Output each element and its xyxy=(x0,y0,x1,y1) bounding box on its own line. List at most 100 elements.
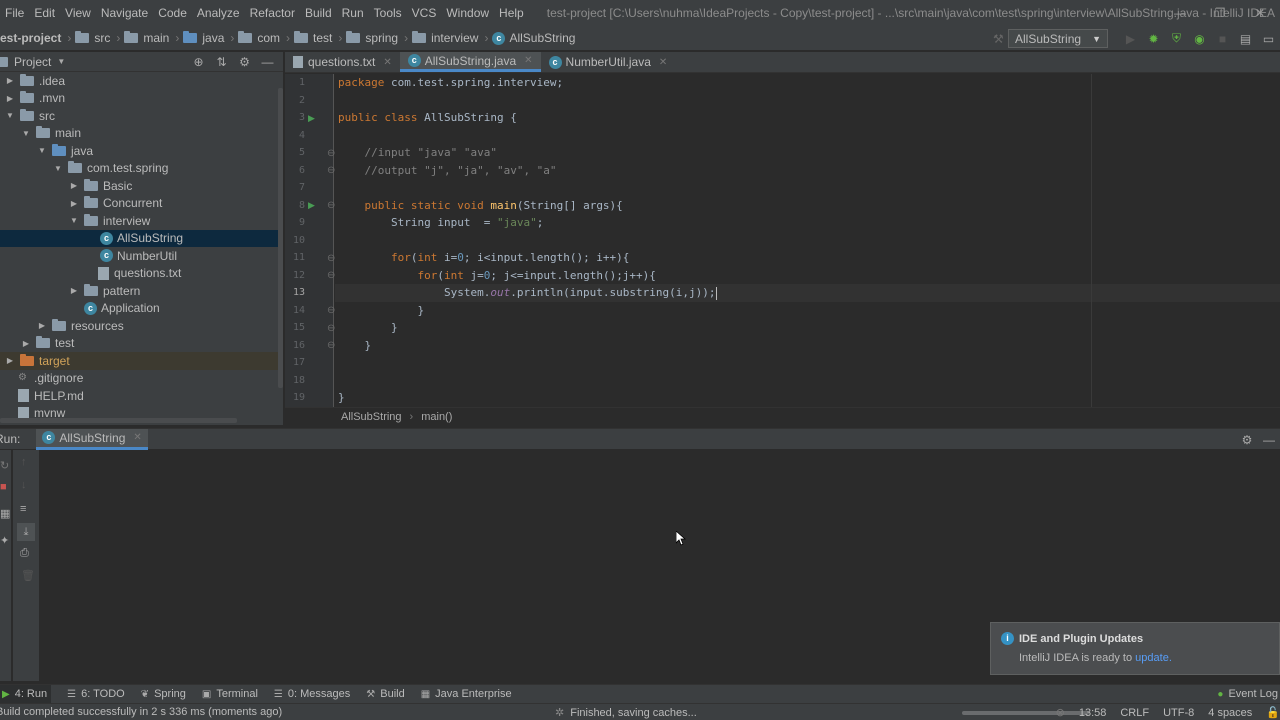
print-icon[interactable]: ⎙ xyxy=(20,547,29,560)
project-scrollbar[interactable] xyxy=(278,88,283,388)
tool-window-build[interactable]: ⚒ Build xyxy=(366,688,404,700)
tree-item-test[interactable]: ▶ test xyxy=(0,335,283,353)
expanded-arrow-icon[interactable]: ▼ xyxy=(36,146,48,155)
debug-icon[interactable]: ✹ xyxy=(1142,32,1165,46)
stop-icon[interactable]: ■ xyxy=(0,481,7,493)
indent-setting[interactable]: 4 spaces xyxy=(1208,707,1252,719)
status-message[interactable]: Build completed successfully in 2 s 336 … xyxy=(0,706,282,718)
breadcrumb-item[interactable]: c AllSubString xyxy=(492,31,575,45)
tree-item-basic[interactable]: ▶ Basic xyxy=(0,177,283,195)
maximize-icon[interactable]: ❐ xyxy=(1200,0,1240,26)
tree-item-questions-txt[interactable]: questions.txt xyxy=(0,265,283,283)
menu-item-help[interactable]: Help xyxy=(494,0,529,26)
rerun-icon[interactable]: ↻ xyxy=(0,459,9,472)
soft-wrap-icon[interactable]: ≡ xyxy=(20,503,26,515)
tree-item-resources[interactable]: ▶ resources xyxy=(0,317,283,335)
close-window-icon[interactable]: ✕ xyxy=(1240,0,1280,26)
close-icon[interactable]: ✕ xyxy=(133,432,141,443)
code-editor[interactable]: package com.test.spring.interview; publi… xyxy=(335,74,1280,407)
menu-item-tools[interactable]: Tools xyxy=(369,0,407,26)
editor-crumb-method[interactable]: main() xyxy=(421,411,452,423)
file-encoding[interactable]: UTF-8 xyxy=(1163,707,1194,719)
editor-tab[interactable]: c NumberUtil.java ✕ xyxy=(541,52,676,72)
gear-icon[interactable]: ⚙ xyxy=(233,55,256,69)
expanded-arrow-icon[interactable]: ▼ xyxy=(68,216,80,225)
menu-item-window[interactable]: Window xyxy=(441,0,494,26)
collapsed-arrow-icon[interactable]: ▶ xyxy=(36,321,48,330)
pin-icon[interactable]: ✦ xyxy=(0,534,9,547)
coverage-icon[interactable]: ⛨ xyxy=(1165,31,1188,46)
tool-window-terminal[interactable]: ▣ Terminal xyxy=(202,688,258,700)
menu-item-code[interactable]: Code xyxy=(153,0,192,26)
run-main-icon[interactable]: ▶ xyxy=(308,200,315,211)
update-link[interactable]: update. xyxy=(1135,652,1172,664)
hide-icon[interactable]: — xyxy=(1258,433,1280,447)
expanded-arrow-icon[interactable]: ▼ xyxy=(4,111,16,120)
project-panel-title[interactable]: Project xyxy=(14,55,51,69)
menu-item-edit[interactable]: Edit xyxy=(29,0,60,26)
close-icon[interactable]: ✕ xyxy=(524,55,532,66)
lock-icon[interactable]: 🔓 xyxy=(1266,706,1280,719)
locate-icon[interactable]: ⊕ xyxy=(187,55,210,69)
line-separator[interactable]: CRLF xyxy=(1120,707,1149,719)
collapse-all-icon[interactable]: ⇅ xyxy=(210,55,233,69)
expanded-arrow-icon[interactable]: ▼ xyxy=(52,164,64,173)
hide-icon[interactable]: — xyxy=(256,55,279,69)
run-icon[interactable]: ▶ xyxy=(1119,32,1142,46)
tree-item-pattern[interactable]: ▶ pattern xyxy=(0,282,283,300)
tree-item-allsubstring[interactable]: c AllSubString xyxy=(0,229,283,247)
tree-item-idea[interactable]: ▶ .idea xyxy=(0,72,283,90)
chevron-down-icon[interactable]: ▼ xyxy=(57,57,65,66)
menu-item-run[interactable]: Run xyxy=(337,0,369,26)
tree-item-main[interactable]: ▼ main xyxy=(0,125,283,143)
expanded-arrow-icon[interactable]: ▼ xyxy=(20,129,32,138)
breadcrumb-item[interactable]: main › xyxy=(124,31,183,45)
tree-item-com-test-spring[interactable]: ▼ com.test.spring xyxy=(0,160,283,178)
collapsed-arrow-icon[interactable]: ▶ xyxy=(20,339,32,348)
gear-icon[interactable]: ⚙ xyxy=(1236,433,1258,447)
minimize-icon[interactable]: — xyxy=(1160,0,1200,26)
trash-icon[interactable]: 🗑 xyxy=(21,569,35,582)
arrow-up-icon[interactable]: ↑ xyxy=(21,456,27,468)
project-structure-icon[interactable]: ▤ xyxy=(1234,32,1257,46)
cancel-task-icon[interactable]: ⊗ xyxy=(1056,706,1065,719)
project-hscrollbar[interactable] xyxy=(0,418,237,423)
profile-icon[interactable]: ◉ xyxy=(1188,32,1211,46)
run-configuration-select[interactable]: AllSubString ▼ xyxy=(1008,29,1108,48)
breadcrumb-item[interactable]: test › xyxy=(294,31,346,45)
tree-item-concurrent[interactable]: ▶ Concurrent xyxy=(0,195,283,213)
tree-item-mvn[interactable]: ▶ .mvn xyxy=(0,90,283,108)
tree-item-src[interactable]: ▼ src xyxy=(0,107,283,125)
tree-item-numberutil[interactable]: c NumberUtil xyxy=(0,247,283,265)
scroll-to-end-icon[interactable]: ⤓ xyxy=(17,523,35,541)
collapsed-arrow-icon[interactable]: ▶ xyxy=(4,356,16,365)
build-hammer-icon[interactable]: ⚒ xyxy=(993,32,1004,46)
collapsed-arrow-icon[interactable]: ▶ xyxy=(68,199,80,208)
menu-item-navigate[interactable]: Navigate xyxy=(96,0,153,26)
event-log-button[interactable]: ● Event Log xyxy=(1217,688,1278,700)
background-task[interactable]: ✲ Finished, saving caches... xyxy=(555,704,697,720)
tool-window-javaee[interactable]: ▦ Java Enterprise xyxy=(421,688,512,700)
breadcrumb-item[interactable]: java › xyxy=(183,31,238,45)
run-class-icon[interactable]: ▶ xyxy=(308,113,315,124)
breadcrumb-item[interactable]: src › xyxy=(75,31,124,45)
collapsed-arrow-icon[interactable]: ▶ xyxy=(4,76,16,85)
breadcrumb-item[interactable]: com › xyxy=(238,31,294,45)
tree-item-application[interactable]: c Application xyxy=(0,300,283,318)
tree-item-interview[interactable]: ▼ interview xyxy=(0,212,283,230)
tool-window-run[interactable]: ▶ 4: Run xyxy=(0,684,52,704)
tree-item-help-md[interactable]: HELP.md xyxy=(0,387,283,405)
menu-item-refactor[interactable]: Refactor xyxy=(245,0,300,26)
stop-icon[interactable]: ■ xyxy=(1211,32,1234,46)
close-icon[interactable]: ✕ xyxy=(659,57,667,68)
menu-item-build[interactable]: Build xyxy=(300,0,337,26)
tree-item-java[interactable]: ▼ java xyxy=(0,142,283,160)
breadcrumb-item[interactable]: spring › xyxy=(346,31,412,45)
menu-item-file[interactable]: File xyxy=(0,0,29,26)
menu-item-analyze[interactable]: Analyze xyxy=(192,0,245,26)
collapsed-arrow-icon[interactable]: ▶ xyxy=(68,181,80,190)
tool-window-todo[interactable]: ☰ 6: TODO xyxy=(67,688,125,700)
run-tab[interactable]: c AllSubString ✕ xyxy=(36,428,148,450)
breadcrumb-item[interactable]: interview › xyxy=(412,31,492,45)
close-icon[interactable]: ✕ xyxy=(383,57,391,68)
